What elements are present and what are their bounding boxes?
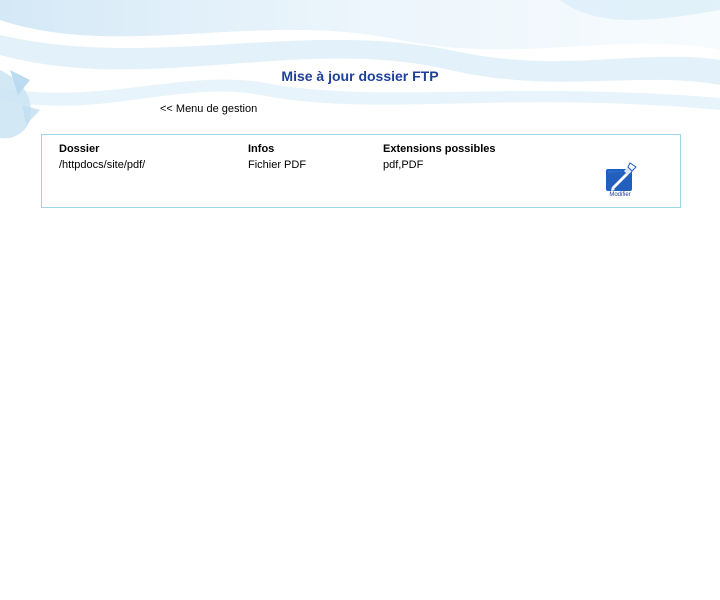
cell-dossier: /httpdocs/site/pdf/ (59, 159, 146, 171)
modify-label: Modifier (609, 192, 631, 198)
edit-icon (606, 162, 637, 191)
modify-button[interactable]: Modifier (602, 161, 638, 201)
cell-extensions: pdf,PDF (383, 159, 424, 171)
column-header-infos: Infos (248, 143, 275, 155)
column-header-dossier: Dossier (59, 143, 100, 155)
page-title: Mise à jour dossier FTP (281, 68, 439, 84)
column-header-extensions: Extensions possibles (383, 143, 496, 155)
cell-infos: Fichier PDF (248, 159, 307, 171)
ftp-folder-table: Dossier Infos Extensions possibles /http… (41, 134, 681, 208)
back-to-menu-link[interactable]: << Menu de gestion (160, 103, 257, 115)
